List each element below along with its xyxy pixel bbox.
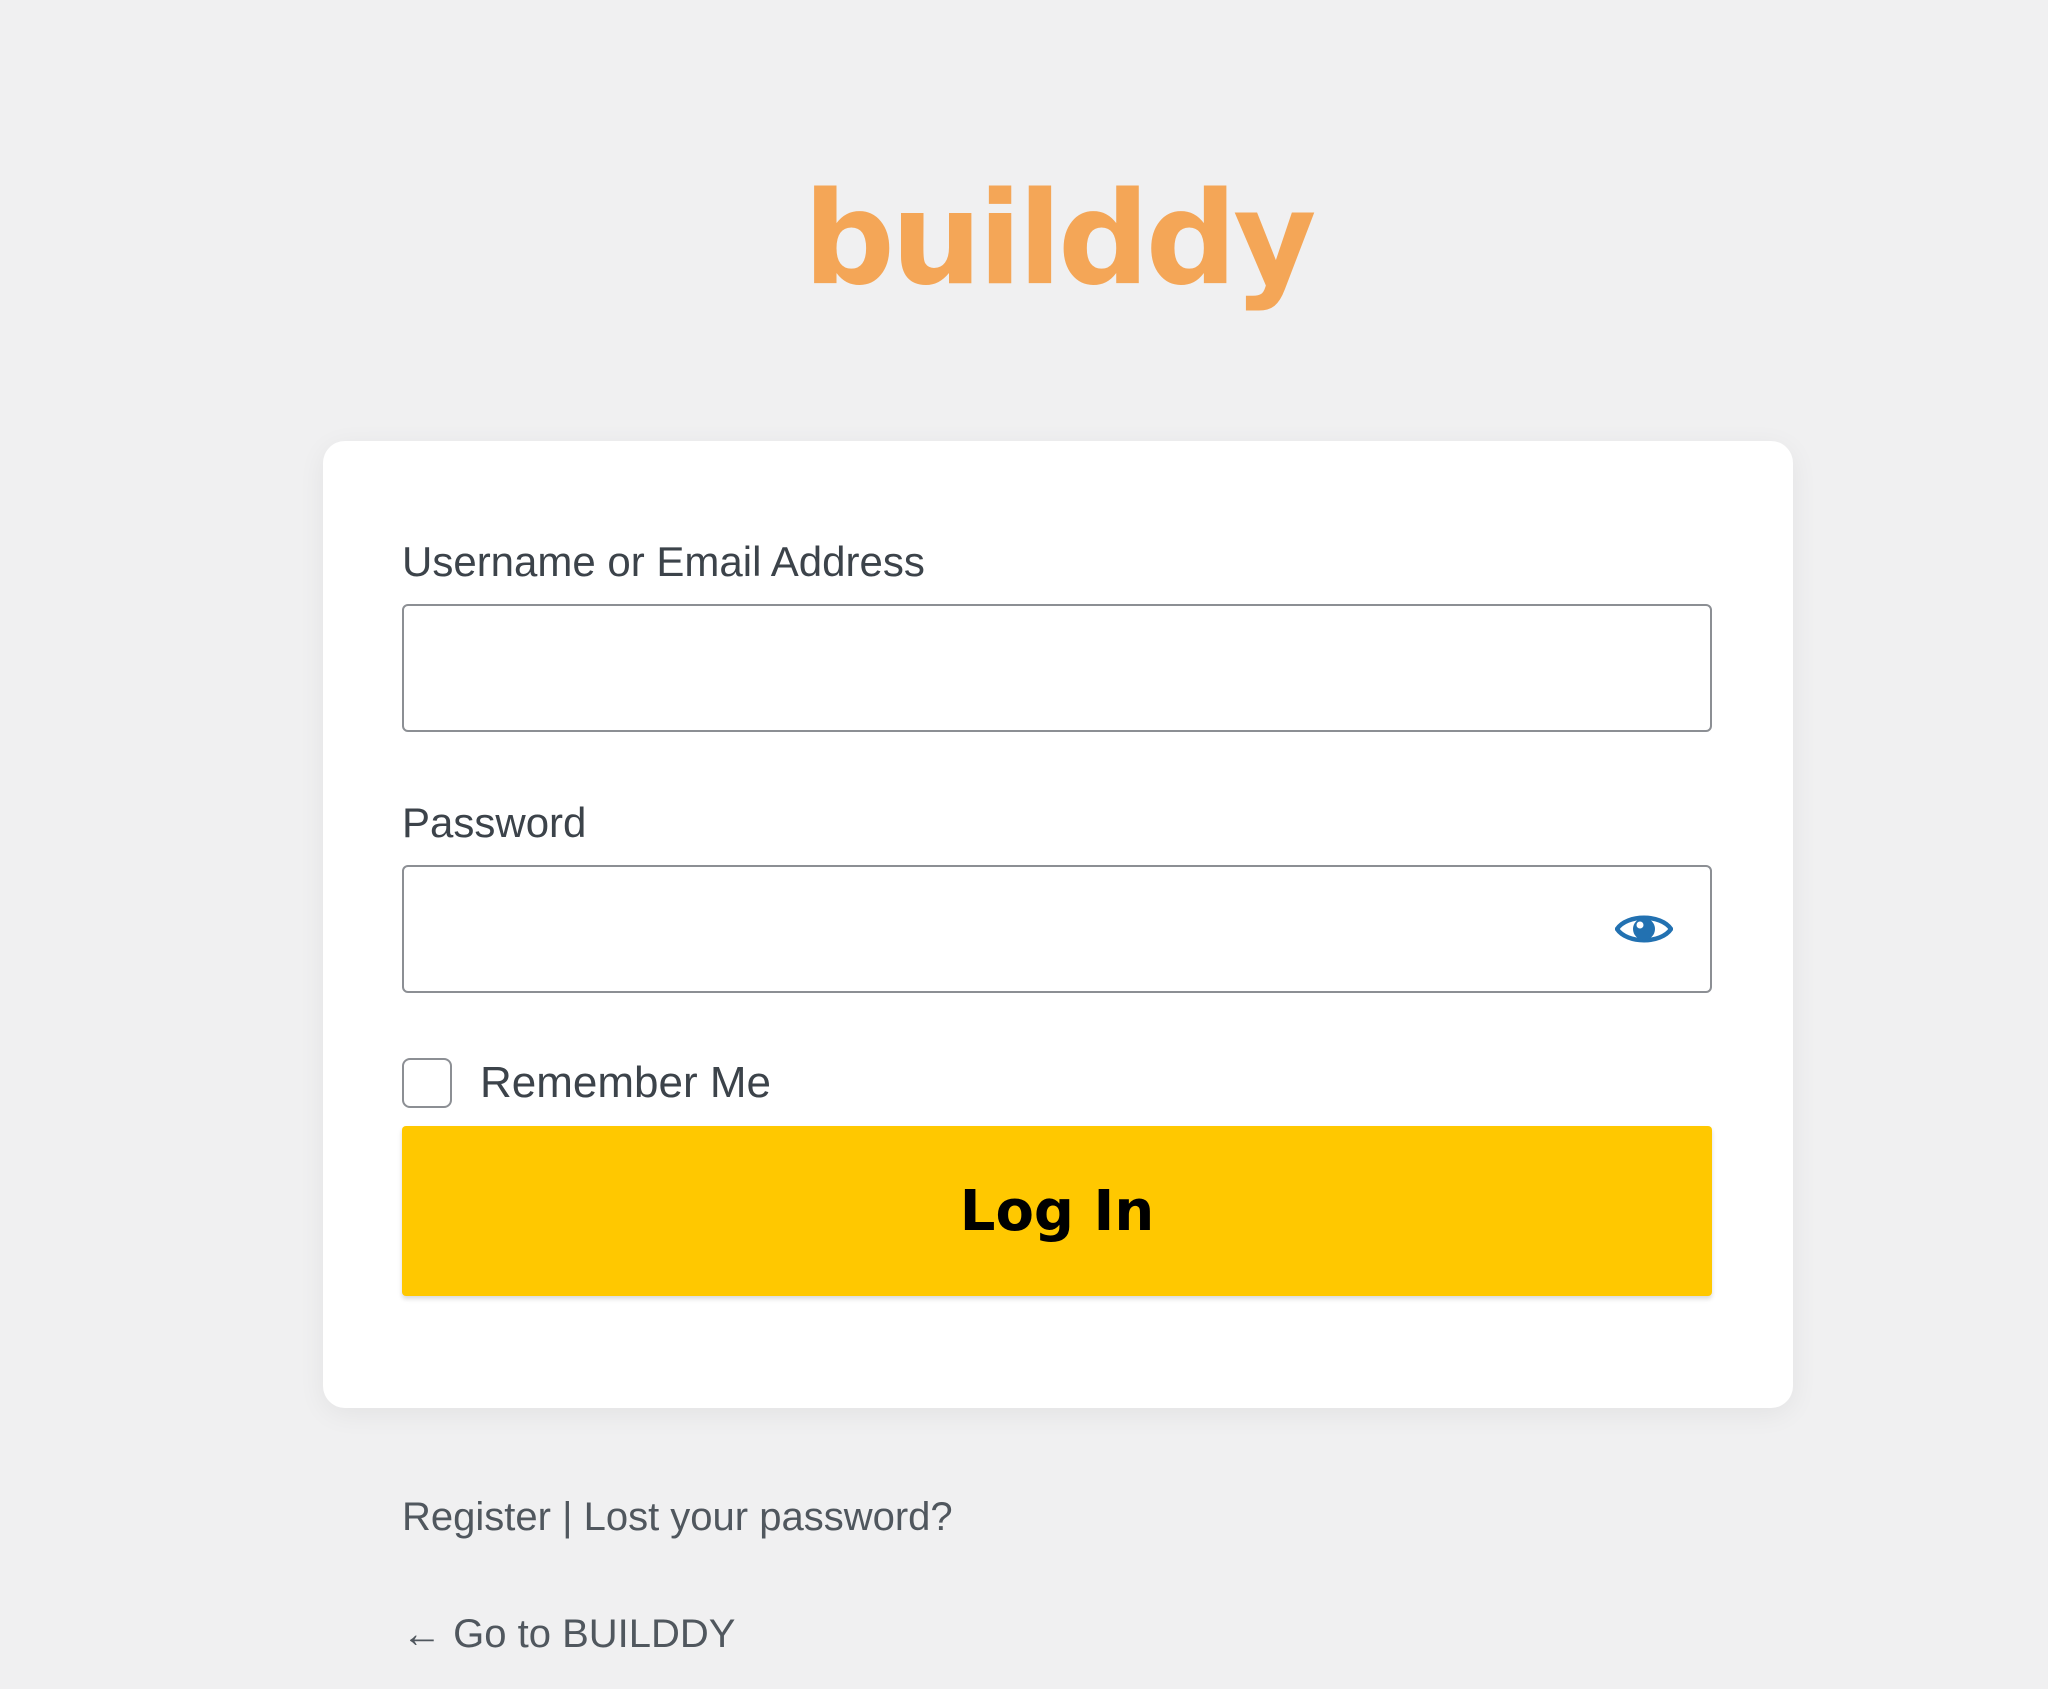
links-separator: | [550,1495,584,1539]
remember-me-checkbox[interactable] [402,1058,452,1108]
account-links: Register | Lost your password? [402,1497,953,1537]
username-label: Username or Email Address [402,538,925,585]
site-logo[interactable]: builddy [803,176,1316,316]
username-input[interactable] [402,604,1712,732]
back-to-site: ← Go to BUILDDY [402,1614,735,1654]
login-button[interactable]: Log In [402,1126,1712,1296]
password-label: Password [402,799,587,846]
register-link[interactable]: Register [402,1495,551,1539]
remember-me-label[interactable]: Remember Me [480,1061,771,1105]
password-input[interactable] [402,865,1712,993]
login-card: Username or Email Address Password Remem… [323,441,1793,1408]
logo-text: builddy [803,165,1316,314]
back-to-site-label: Go to BUILDDY [453,1612,736,1656]
eye-icon [1615,915,1673,943]
back-to-site-link[interactable]: ← Go to BUILDDY [402,1612,735,1656]
lost-password-link[interactable]: Lost your password? [584,1495,953,1539]
back-arrow-icon: ← [402,1612,442,1656]
show-password-button[interactable] [1609,899,1679,959]
